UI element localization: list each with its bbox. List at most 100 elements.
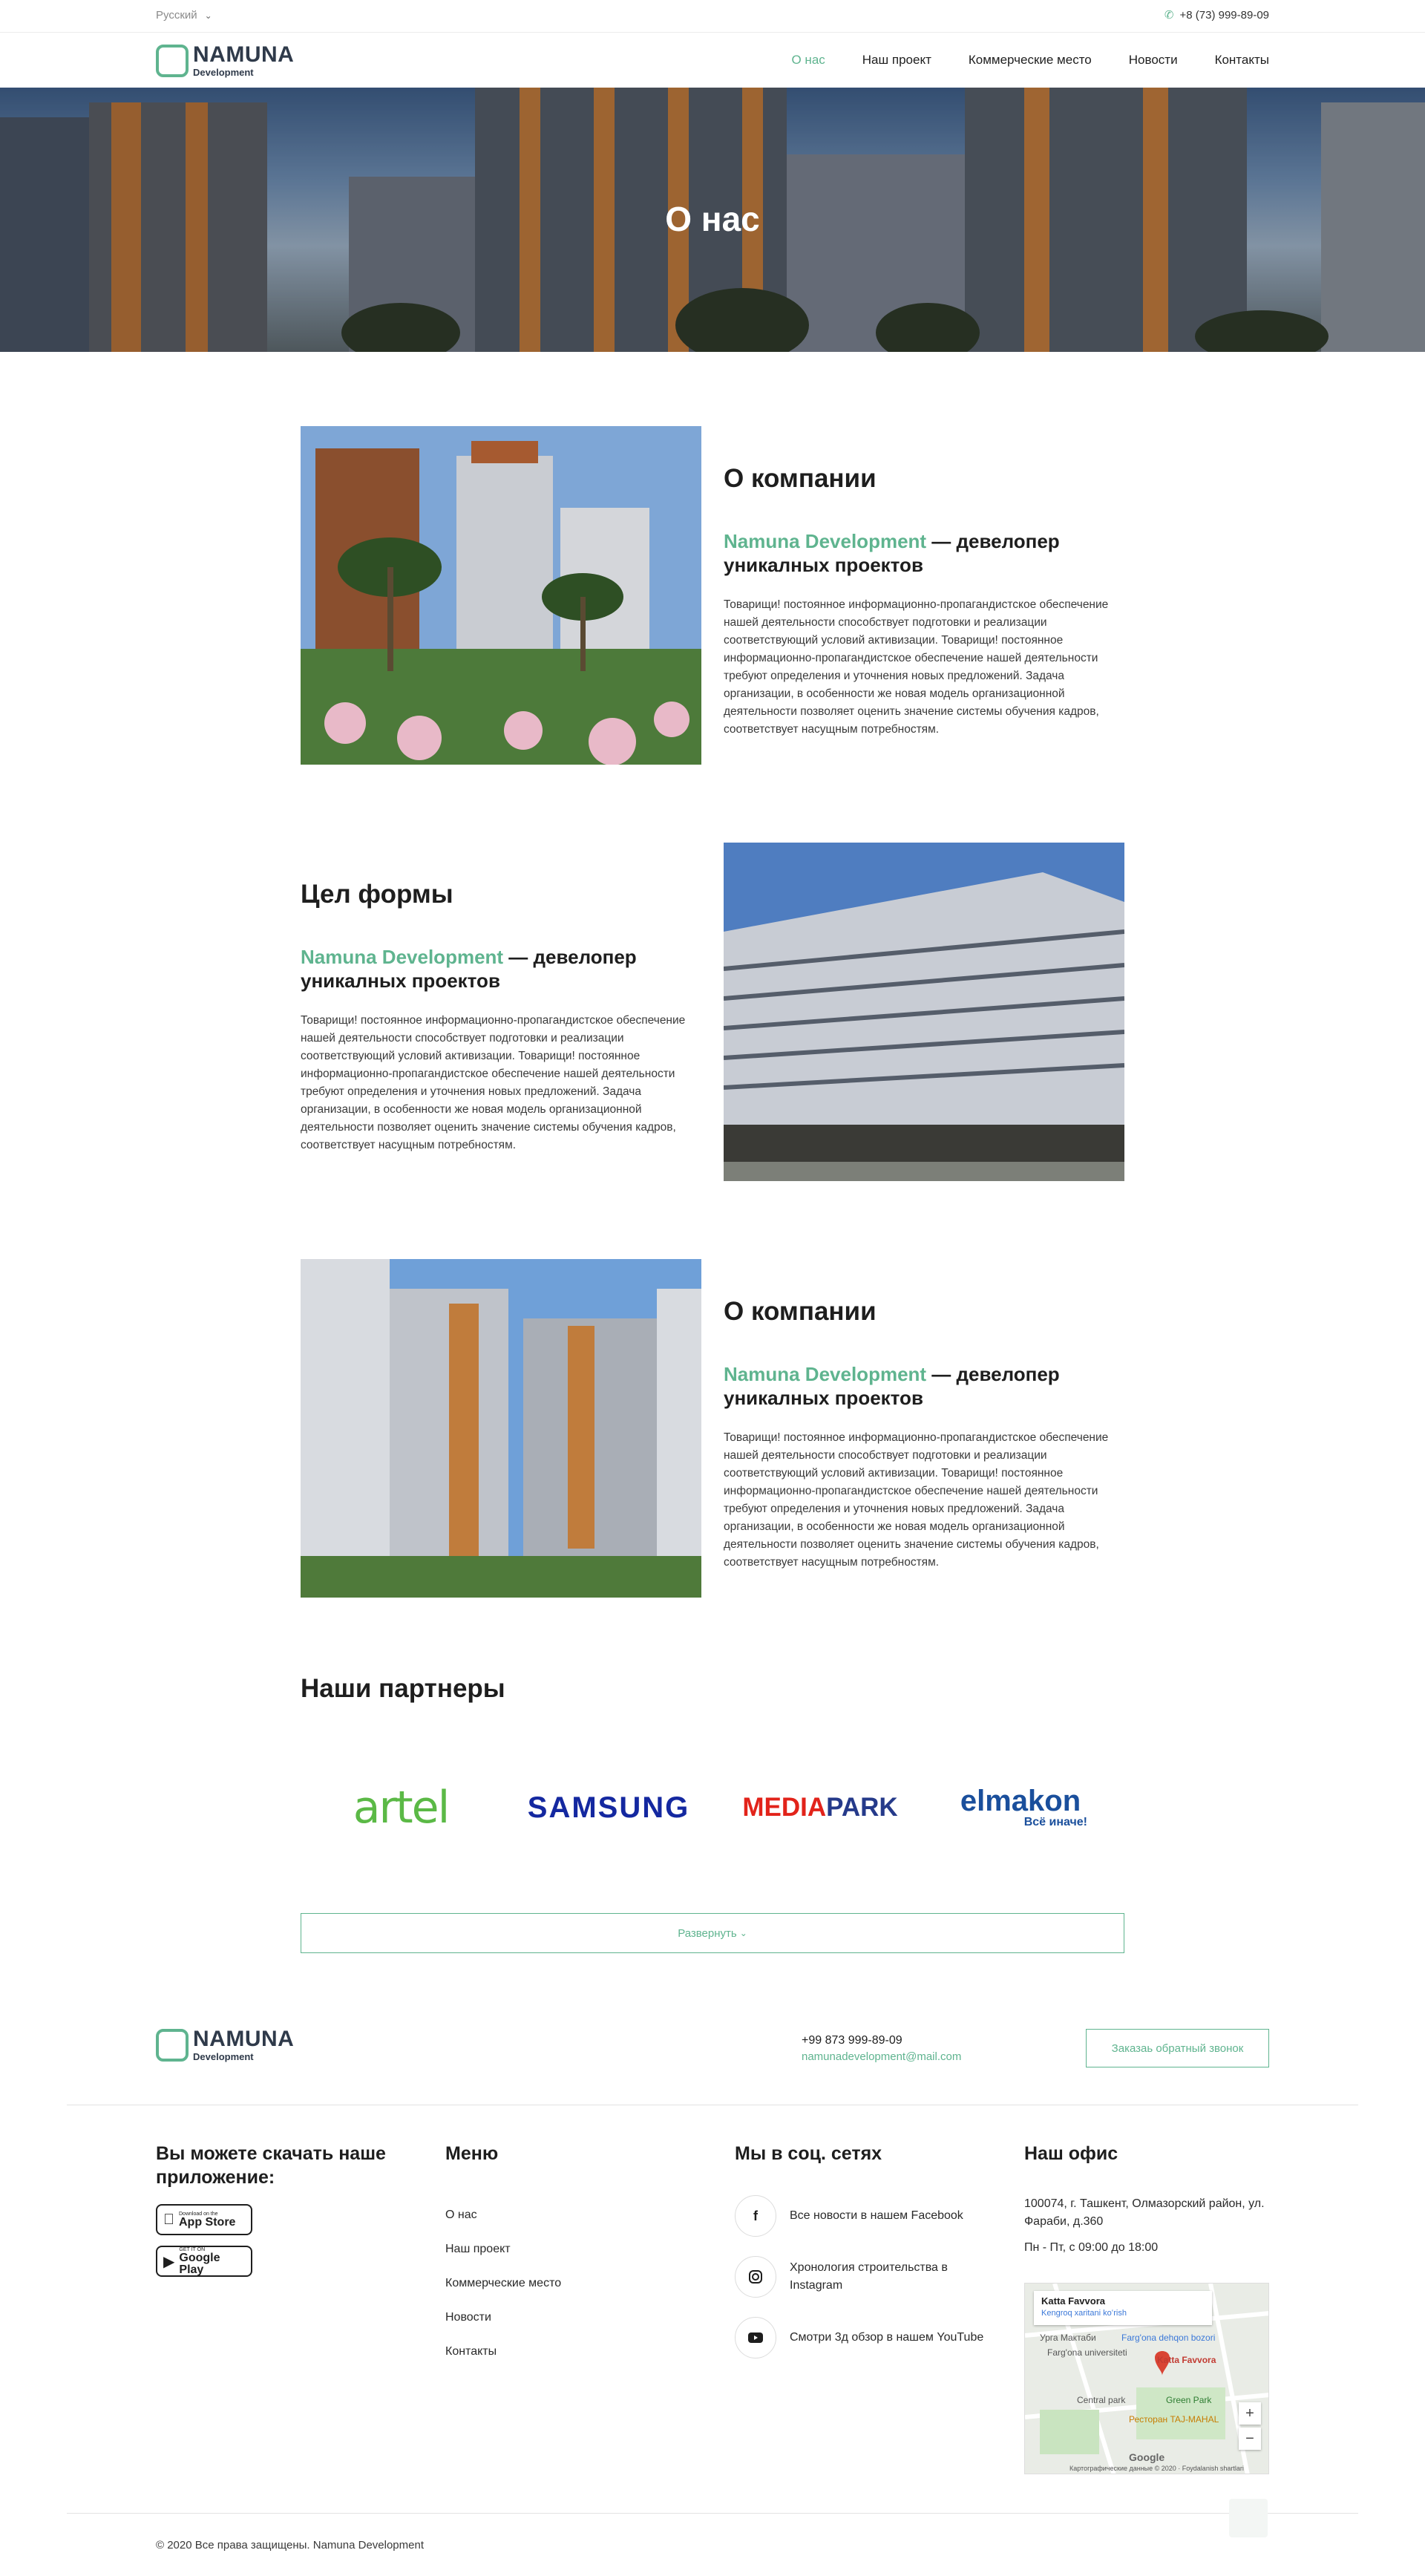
map-zoom-in-icon[interactable]: + xyxy=(1239,2402,1261,2425)
footer-app-column: Вы можете скачать наше приложение:  Dow… xyxy=(156,2142,408,2277)
footer-email[interactable]: namunadevelopment@mail.com xyxy=(802,2050,961,2063)
brand-highlight: Namuna Development xyxy=(724,530,927,552)
play-icon: ▶ xyxy=(163,2253,175,2270)
logo-mark-icon xyxy=(156,2028,189,2062)
map-label: Farg'ona universiteti xyxy=(1047,2347,1127,2358)
map-label: Central park xyxy=(1077,2395,1126,2405)
brand-highlight: Namuna Development xyxy=(301,946,504,968)
social-text: Хронология строительства в Instagram xyxy=(790,2261,948,2292)
googleplay-big: Google Play xyxy=(179,2251,220,2276)
map-label: Урга Мактаби xyxy=(1040,2333,1096,2343)
appstore-big: App Store xyxy=(168,2215,235,2229)
about-image-2 xyxy=(724,843,1124,1181)
section-body: Товарищи! постоянное информационно-пропа… xyxy=(724,598,1109,736)
footer-menu-news[interactable]: Новости xyxy=(445,2311,668,2324)
section-title: О компании xyxy=(724,464,877,493)
nav-item-project[interactable]: Наш проект xyxy=(862,53,931,68)
mediapark-logo-text: MEDIAPARK xyxy=(742,1793,898,1822)
logo[interactable]: NAMUNA Development xyxy=(156,44,294,77)
expand-button[interactable]: Развернуть ⌄ xyxy=(301,1913,1124,1953)
instagram-icon xyxy=(735,2256,776,2298)
office-heading: Наш офис xyxy=(1024,2143,1118,2164)
logo-mark-icon xyxy=(156,44,189,77)
partner-logo-samsung[interactable]: SAMSUNG xyxy=(520,1778,698,1837)
footer-menu-column: Меню О нас Наш проект Коммерческие место… xyxy=(445,2142,668,2358)
footer-menu-commercial[interactable]: Коммерческие место xyxy=(445,2277,668,2290)
youtube-icon xyxy=(735,2317,776,2358)
office-address: 100074, г. Ташкент, Олмазорский район, у… xyxy=(1024,2197,1265,2228)
map-pin-label: Katta Favvora xyxy=(1157,2355,1216,2365)
nav-item-commercial[interactable]: Коммерческие место xyxy=(969,53,1092,68)
apple-icon:  xyxy=(163,2211,174,2229)
section-subtitle: Namuna Development — девелопер уникалных… xyxy=(724,529,1124,577)
phone-icon: ✆ xyxy=(1164,9,1174,22)
google-play-button[interactable]: ▶ GET IT ON Google Play xyxy=(156,2246,252,2277)
navbar: NAMUNA Development О нас Наш проект Комм… xyxy=(0,33,1425,88)
about-image-1 xyxy=(301,426,701,765)
map-card-link[interactable]: Kengroq xaritani koʻrish xyxy=(1041,2309,1205,2318)
social-text: Смотри 3д обзор в нашем YouTube xyxy=(790,2331,984,2344)
hero-banner: О нас xyxy=(0,88,1425,352)
partner-logo-elmakon[interactable]: elmakon Всё иначе! xyxy=(939,1778,1102,1837)
facebook-icon: f xyxy=(735,2195,776,2237)
callback-button[interactable]: Заказаь обратный звонок xyxy=(1086,2029,1269,2067)
social-item-youtube[interactable]: Смотри 3д обзор в нашем YouTube xyxy=(735,2317,1002,2358)
social-heading: Мы в соц. сетях xyxy=(735,2143,882,2164)
elmakon-tagline: Всё иначе! xyxy=(1023,1816,1087,1828)
map-label: Farg'ona dehqon bozori xyxy=(1121,2333,1216,2343)
chevron-down-icon: ⌄ xyxy=(739,1928,747,1938)
footer-contacts: +99 873 999-89-09 namunadevelopment@mail… xyxy=(802,2034,961,2063)
header-phone[interactable]: ✆ +8 (73) 999-89-09 xyxy=(1164,8,1269,22)
section-subtitle: Namuna Development — девелопер уникалных… xyxy=(301,945,701,993)
social-item-facebook[interactable]: f Все новости в нашем Facebook xyxy=(735,2195,1002,2237)
map-attribution: Картографические данные © 2020 · Foydala… xyxy=(1069,2465,1244,2472)
top-bar: Русский ⌄ ✆ +8 (73) 999-89-09 xyxy=(0,0,1425,33)
footer-bottom-divider xyxy=(67,2513,1358,2514)
chevron-down-icon: ⌄ xyxy=(204,10,212,21)
nav-item-contacts[interactable]: Контакты xyxy=(1215,53,1269,68)
logo-name: NAMUNA xyxy=(193,42,295,67)
map-card-title: Katta Favvora xyxy=(1041,2295,1105,2307)
section-title: Цел формы xyxy=(301,880,453,909)
menu-heading: Меню xyxy=(445,2143,499,2164)
social-item-instagram[interactable]: Хронология строительства в Instagram xyxy=(735,2256,1002,2298)
section-body: Товарищи! постоянное информационно-пропа… xyxy=(301,1014,686,1151)
footer-logo[interactable]: NAMUNA Development xyxy=(156,2028,294,2062)
artel-logo-text: artel xyxy=(353,1782,451,1834)
google-logo: Google xyxy=(1129,2451,1165,2463)
partner-logo-mediapark[interactable]: MEDIAPARK xyxy=(727,1778,913,1837)
map-label: Green Park xyxy=(1166,2395,1212,2405)
footer-phone[interactable]: +99 873 999-89-09 xyxy=(802,2034,961,2047)
app-heading: Вы можете скачать наше приложение: xyxy=(156,2143,386,2188)
section-body: Товарищи! постоянное информационно-пропа… xyxy=(724,1431,1109,1569)
social-text: Все новости в нашем Facebook xyxy=(790,2209,963,2222)
logo-name: NAMUNA xyxy=(193,2027,295,2051)
office-map[interactable]: Katta Favvora Kengroq xaritani koʻrish У… xyxy=(1024,2283,1269,2474)
office-hours: Пн - Пт, с 09:00 до 18:00 xyxy=(1024,2241,1159,2254)
about-section-2: Цел формы Namuna Development — девелопер… xyxy=(301,880,701,1154)
language-label: Русский xyxy=(156,9,197,22)
footer-menu-project[interactable]: Наш проект xyxy=(445,2243,668,2256)
app-store-button[interactable]:  Download on the App Store xyxy=(156,2204,252,2235)
section-subtitle: Namuna Development — девелопер уникалных… xyxy=(724,1362,1124,1410)
footer-menu-contacts[interactable]: Контакты xyxy=(445,2345,668,2358)
main-nav: О нас Наш проект Коммерческие место Ново… xyxy=(791,53,1269,68)
footer-social-column: Мы в соц. сетях f Все новости в нашем Fa… xyxy=(735,2142,1002,2358)
elmakon-logo-text: elmakon xyxy=(960,1785,1081,1817)
copyright: © 2020 Все права защищены. Namuna Develo… xyxy=(156,2539,424,2552)
expand-label: Развернуть xyxy=(678,1926,737,1940)
about-section-1: О компании Namuna Development — девелопе… xyxy=(724,464,1124,739)
section-title: О компании xyxy=(724,1297,877,1326)
nav-item-news[interactable]: Новости xyxy=(1129,53,1178,68)
map-info-card: Katta Favvora Kengroq xaritani koʻrish xyxy=(1034,2291,1212,2325)
partner-logo-artel[interactable]: artel xyxy=(327,1778,475,1837)
language-selector[interactable]: Русский ⌄ xyxy=(156,9,212,22)
map-zoom-out-icon[interactable]: − xyxy=(1239,2428,1261,2450)
about-section-3: О компании Namuna Development — девелопе… xyxy=(724,1297,1124,1572)
footer-menu-about[interactable]: О нас xyxy=(445,2209,668,2222)
logo-sub: Development xyxy=(193,2051,254,2062)
partners-title: Наши партнеры xyxy=(301,1674,505,1703)
footer-office-column: Наш офис 100074, г. Ташкент, Олмазорский… xyxy=(1024,2142,1277,2474)
nav-item-about[interactable]: О нас xyxy=(791,53,825,68)
scroll-to-top-button[interactable] xyxy=(1229,2499,1268,2537)
